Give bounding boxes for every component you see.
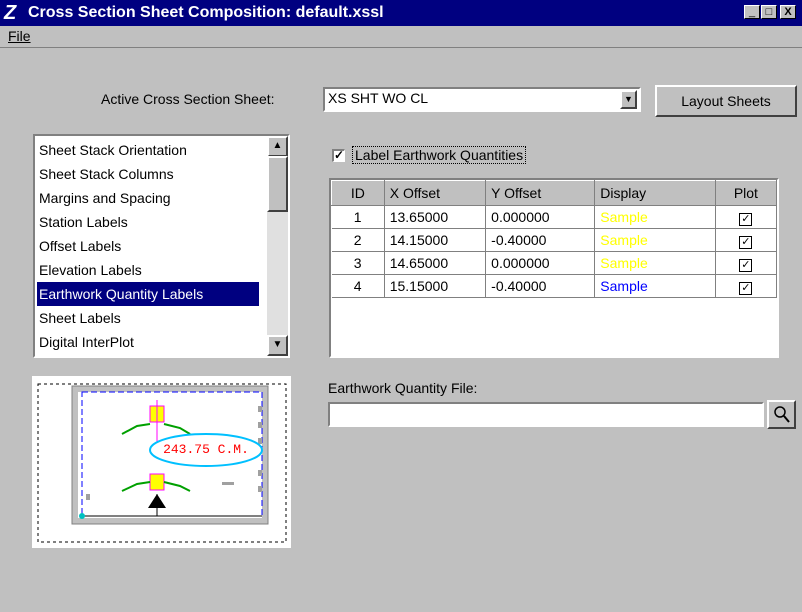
cell-y-offset: -0.40000 [485,274,596,298]
browse-button[interactable] [767,400,796,429]
active-sheet-label: Active Cross Section Sheet: [101,91,275,107]
active-sheet-combobox[interactable]: XS SHT WO CL ▼ [323,87,641,112]
scroll-thumb[interactable] [267,156,288,212]
column-header[interactable]: Y Offset [485,180,596,206]
scroll-down-icon[interactable]: ▼ [267,335,288,356]
preview-drawing [37,383,287,543]
table-body: 1 13.65000 0.000000 Sample ✓ 2 14.15000 -0.4000… [331,205,777,298]
label-earthwork-checkbox[interactable]: ✓ Label Earthwork Quantities [330,145,566,167]
list-scrollbar[interactable]: ▲ ▼ [267,136,288,356]
cell-x-offset: 15.15000 [384,274,487,298]
cell-id: 2 [331,228,385,252]
cell-x-offset: 13.65000 [384,205,487,229]
list-item[interactable]: Digital InterPlot [37,330,259,354]
cell-plot: ✓ [715,274,777,298]
layout-sheets-button[interactable]: Layout Sheets [655,85,797,117]
plot-checkbox[interactable]: ✓ [739,281,753,295]
cell-display[interactable]: Sample [594,251,716,275]
table-header-row: ID X Offset Y Offset Display Plot [331,180,777,206]
cell-x-offset: 14.65000 [384,251,487,275]
list-item[interactable]: Station Labels [37,210,259,234]
column-header[interactable]: X Offset [383,180,487,206]
settings-listbox[interactable]: Sheet Stack Orientation Sheet Stack Colum… [33,134,290,358]
earthwork-file-input[interactable] [328,402,764,427]
preview-panel: 243.75 C.M. [32,376,291,548]
column-header[interactable]: Display [594,180,716,206]
scroll-up-icon[interactable]: ▲ [267,136,288,157]
table-row[interactable]: 3 14.65000 0.000000 Sample ✓ [331,251,777,275]
cell-y-offset: 0.000000 [485,251,596,275]
label-earthwork-text: Label Earthwork Quantities [352,146,527,164]
cell-display[interactable]: Sample [594,274,716,298]
list-item[interactable]: Sheet Stack Orientation [37,138,259,162]
cell-display[interactable]: Sample [594,228,716,252]
plot-checkbox[interactable]: ✓ [739,258,753,272]
cell-x-offset: 14.15000 [384,228,487,252]
dropdown-arrow-icon[interactable]: ▼ [620,90,637,109]
cell-id: 3 [331,251,385,275]
app-icon: Z [4,2,17,24]
active-sheet-value: XS SHT WO CL [328,90,429,106]
cell-y-offset: 0.000000 [485,205,596,229]
maximize-button[interactable]: □ [761,5,777,19]
plot-checkbox[interactable]: ✓ [739,212,753,226]
list-item[interactable]: Sheet Labels [37,306,259,330]
cell-plot: ✓ [715,205,777,229]
title-bar[interactable]: Z Cross Section Sheet Composition: defau… [0,0,802,26]
cell-plot: ✓ [715,228,777,252]
table-row[interactable]: 4 15.15000 -0.40000 Sample ✓ [331,274,777,298]
list-item[interactable]: Margins and Spacing [37,186,259,210]
checkbox-check-icon[interactable]: ✓ [332,149,345,162]
list-item[interactable]: Sheet Stack Columns [37,162,259,186]
earthwork-table[interactable]: ID X Offset Y Offset Display Plot 1 13.65000 0… [329,178,779,358]
list-item[interactable]: Earthwork Quantity Labels [37,282,259,306]
plot-checkbox[interactable]: ✓ [739,235,753,249]
earthwork-file-label: Earthwork Quantity File: [328,380,478,396]
menu-file[interactable]: File [8,28,31,44]
preview-quantity-label: 243.75 C.M. [163,442,249,457]
menu-bar: File [0,26,802,48]
cell-plot: ✓ [715,251,777,275]
table-row[interactable]: 2 14.15000 -0.40000 Sample ✓ [331,228,777,252]
magnifier-icon [774,406,790,423]
menu-file-label: File [8,28,31,44]
minimize-button[interactable]: _ [744,5,760,19]
cell-id: 4 [331,274,385,298]
cell-display[interactable]: Sample [594,205,716,229]
table-row[interactable]: 1 13.65000 0.000000 Sample ✓ [331,205,777,229]
close-button[interactable]: X [780,5,796,19]
column-header[interactable]: ID [331,180,385,206]
cell-id: 1 [331,205,385,229]
cell-y-offset: -0.40000 [485,228,596,252]
column-header[interactable]: Plot [714,180,777,206]
list-item[interactable]: Elevation Labels [37,258,259,282]
list-item[interactable]: Offset Labels [37,234,259,258]
window-title: Cross Section Sheet Composition: default… [28,4,384,21]
